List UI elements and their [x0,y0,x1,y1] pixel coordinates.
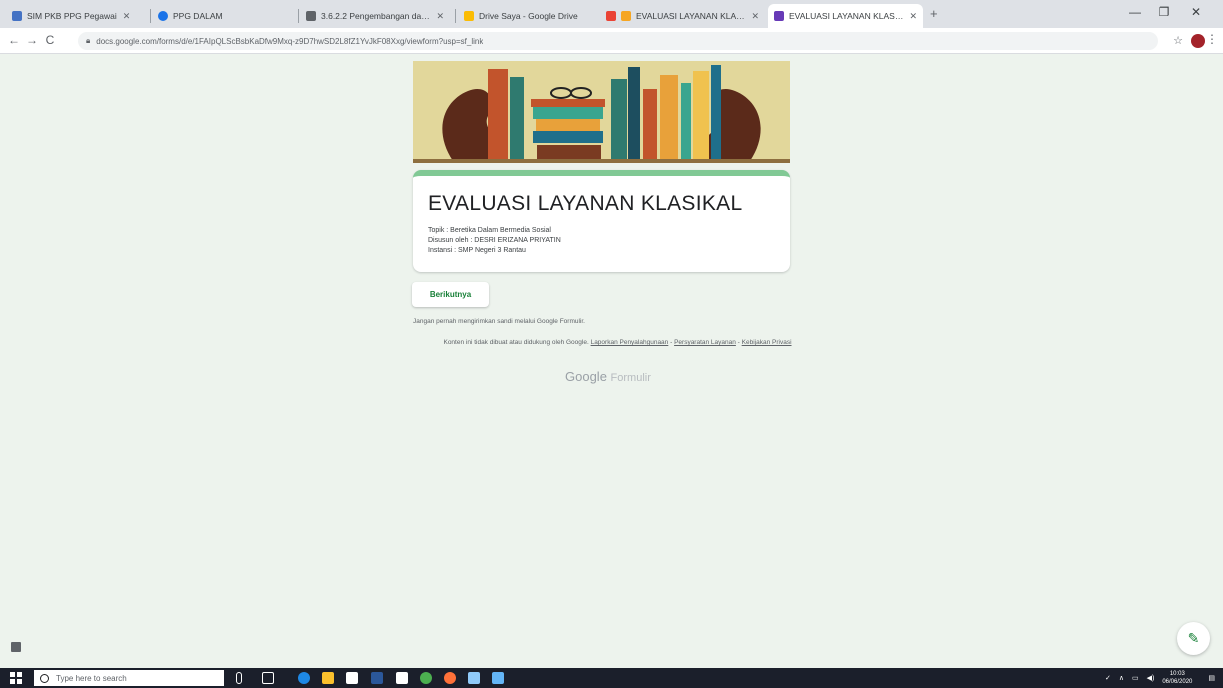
notification-icon[interactable]: ▤ [1208,674,1215,682]
browser-tab[interactable]: 3.6.2.2 Pengembangan dan evalu ✕ [300,4,450,28]
description-topic: Topik : Beretika Dalam Bermedia Sosial [428,227,551,234]
browser-tab-active[interactable]: EVALUASI LAYANAN KLASIKAL ✕ [768,4,923,28]
close-window-button[interactable]: ✕ [1185,5,1207,19]
form-header-image [413,61,790,163]
disclaimer-text: Konten ini tidak dibuat atau didukung ol… [443,339,589,346]
description-institution: Instansi : SMP Negeri 3 Rantau [428,247,526,254]
volume-icon[interactable]: ◀) [1147,674,1155,682]
minimize-button[interactable]: — [1124,5,1146,19]
windows-logo-icon [10,672,15,677]
firefox-icon[interactable] [444,672,456,684]
browser-tab[interactable]: SIM PKB PPG Pegawai ✕ [6,4,146,28]
tab-favicon [306,11,316,21]
people-icon[interactable]: ✓ [1105,674,1111,682]
edge-icon[interactable] [298,672,310,684]
tab-favicon [12,11,22,21]
tab-favicon [606,11,616,21]
browser-toolbar: ← → C 🔒︎ docs.google.com/forms/d/e/1FAIp… [0,28,1223,54]
tab-favicon [158,11,168,21]
chrome-icon[interactable] [420,672,432,684]
avatar[interactable] [1191,34,1205,48]
monitor-icon[interactable] [468,672,480,684]
taskbar-search[interactable]: Type here to search [34,670,224,686]
form-title-card: EVALUASI LAYANAN KLASIKAL Topik : Bereti… [413,170,790,272]
address-text: docs.google.com/forms/d/e/1FAIpQLScBsbKa… [96,36,484,46]
tab-separator [150,9,151,23]
mic-icon[interactable] [236,672,242,684]
forward-button[interactable]: → [24,33,40,47]
tab-favicon [621,11,631,21]
terms-link[interactable]: Persyaratan Layanan [674,339,736,346]
tab-separator [455,9,456,23]
new-tab-button[interactable]: + [930,6,938,21]
report-icon[interactable] [11,642,21,652]
tab-label: EVALUASI LAYANAN KLASIKAL [636,11,745,21]
tab-favicon [464,11,474,21]
browser-tab[interactable]: PPG DALAM [152,4,292,28]
form-description: Topik : Beretika Dalam Bermedia Sosial D… [428,226,775,256]
tab-label: 3.6.2.2 Pengembangan dan evalu [321,11,430,21]
browser-tab[interactable]: Drive Saya - Google Drive [458,4,593,28]
close-icon[interactable]: ✕ [909,11,917,22]
clock[interactable]: 10:03 06/06/2020 [1162,670,1200,686]
address-bar[interactable]: 🔒︎ docs.google.com/forms/d/e/1FAIpQLScBs… [78,32,1158,50]
start-button[interactable] [10,672,22,684]
network-icon[interactable]: ▭ [1132,674,1139,682]
form-title: EVALUASI LAYANAN KLASIKAL [428,192,743,215]
tab-label: SIM PKB PPG Pegawai [27,11,117,21]
close-icon[interactable]: ✕ [751,11,759,22]
browser-tab[interactable]: EVALUASI LAYANAN KLASIKAL ✕ [600,4,765,28]
system-tray: ✓ ∧ ▭ ◀) 10:03 06/06/2020 ▤ [1105,668,1223,688]
chevron-up-icon[interactable]: ∧ [1119,674,1124,682]
logo-google-text: Google [565,369,607,384]
next-button[interactable]: Berikutnya [412,282,489,307]
taskbar-search-placeholder: Type here to search [56,673,127,683]
google-forms-logo[interactable]: Google Formulir [565,369,651,384]
tab-favicon [774,11,784,21]
password-notice: Jangan pernah mengirimkan sandi melalui … [413,318,585,325]
description-author: Disusun oleh : DESRI ERIZANA PRIYATIN [428,237,561,244]
browser-tab-strip: SIM PKB PPG Pegawai ✕ PPG DALAM 3.6.2.2 … [0,0,1223,28]
clock-date: 06/06/2020 [1162,679,1193,685]
mail-icon[interactable] [396,672,408,684]
bookmark-star-icon[interactable]: ☆ [1173,34,1183,47]
privacy-link[interactable]: Kebijakan Privasi [742,339,792,346]
windows-taskbar: Type here to search ✓ ∧ ▭ ◀) 10:03 06/06… [0,668,1223,688]
close-icon[interactable]: ✕ [436,11,444,22]
tab-label: Drive Saya - Google Drive [479,11,578,21]
maximize-button[interactable]: ❐ [1153,5,1175,19]
tab-separator [298,9,299,23]
word-icon[interactable] [371,672,383,684]
photos-icon[interactable] [492,672,504,684]
search-icon [40,673,49,683]
pencil-icon: ✎ [1187,630,1200,646]
file-explorer-icon[interactable] [322,672,334,684]
google-disclaimer: Konten ini tidak dibuat atau didukung ol… [443,339,792,346]
back-button[interactable]: ← [6,33,22,47]
close-icon[interactable]: ✕ [123,11,131,22]
tab-label: EVALUASI LAYANAN KLASIKAL [789,11,904,21]
logo-forms-text: Formulir [610,372,651,384]
reload-button[interactable]: C [42,33,58,47]
tab-label: PPG DALAM [173,11,223,21]
lock-icon: 🔒︎ [86,36,91,45]
store-icon[interactable] [346,672,358,684]
menu-icon[interactable]: ⋮ [1206,32,1218,46]
report-abuse-link[interactable]: Laporkan Penyalahgunaan [591,339,669,346]
edit-button[interactable]: ✎ [1177,622,1210,655]
task-view-icon[interactable] [262,672,274,684]
clock-time: 10:03 [1169,671,1185,677]
